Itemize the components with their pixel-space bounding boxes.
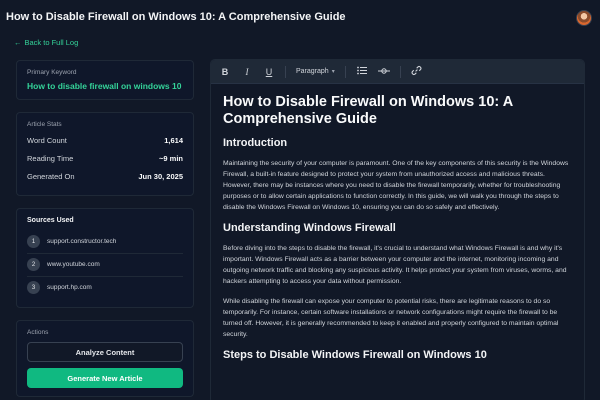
paragraph-introduction: Maintaining the security of your compute… [223,160,569,212]
paragraph-understanding-2: While disabling the firewall can expose … [223,298,559,339]
back-link-label: Back to Full Log [24,38,79,47]
actions-card: Actions Analyze Content Generate New Art… [16,320,194,397]
keyword-label: Primary Keyword [27,69,77,76]
toolbar-divider [344,65,346,78]
sources-title: Sources Used [27,217,74,224]
analyze-content-button[interactable]: Analyze Content [27,342,183,362]
bullet-list-icon[interactable] [356,66,368,77]
sources-card: Sources Used 1 support.constructor.tech … [16,208,194,308]
stats-card: Article Stats Word Count 1,614 Reading T… [16,112,194,196]
article-content[interactable]: How to Disable Firewall on Windows 10: A… [211,84,584,378]
toolbar-divider [399,65,401,78]
generate-article-button[interactable]: Generate New Article [27,368,183,388]
section-heading-steps: Steps to Disable Windows Firewall on Win… [223,349,487,362]
source-number: 2 [27,258,40,271]
back-to-log-link[interactable]: ← Back to Full Log [14,38,78,47]
source-name: www.youtube.com [47,261,100,268]
paragraph-style-select[interactable]: Paragraph ▾ [296,68,335,75]
editor-toolbar: B I U Paragraph ▾ [211,60,584,84]
article-editor: B I U Paragraph ▾ How to Disable Firewal… [210,59,585,400]
stat-value: Jun 30, 2025 [138,172,183,181]
source-item[interactable]: 3 support.hp.com [27,277,183,299]
primary-keyword: How to disable firewall on windows 10 [27,81,182,91]
sidebar: Primary Keyword How to disable firewall … [16,60,194,397]
link-icon[interactable] [411,65,423,78]
stat-label: Generated On [27,172,75,181]
source-item[interactable]: 2 www.youtube.com [27,254,183,277]
horizontal-rule-icon[interactable] [377,67,390,77]
section-heading-understanding: Understanding Windows Firewall [223,222,396,235]
stat-value: ~9 min [159,154,183,163]
source-item[interactable]: 1 support.constructor.tech [27,231,183,254]
italic-button[interactable]: I [241,67,253,77]
stats-label: Article Stats [27,121,62,128]
top-bar: How to Disable Firewall on Windows 10: A… [0,0,600,34]
section-heading-introduction: Introduction [223,137,288,150]
source-name: support.hp.com [47,284,92,291]
paragraph-style-label: Paragraph [296,68,329,75]
stat-value: 1,614 [164,136,183,145]
article-title: How to Disable Firewall on Windows 10: A… [223,94,513,127]
source-number: 3 [27,281,40,294]
stat-word-count: Word Count 1,614 [27,133,183,151]
keyword-card: Primary Keyword How to disable firewall … [16,60,194,100]
source-number: 1 [27,235,40,248]
underline-button[interactable]: U [263,67,275,77]
stat-label: Word Count [27,136,67,145]
chevron-down-icon: ▾ [331,69,335,75]
bold-button[interactable]: B [219,67,231,77]
stat-generated-on: Generated On Jun 30, 2025 [27,169,183,187]
stat-reading-time: Reading Time ~9 min [27,151,183,169]
paragraph-understanding-1: Before diving into the steps to disable … [223,245,567,286]
toolbar-divider [285,65,286,78]
source-name: support.constructor.tech [47,238,117,245]
stat-label: Reading Time [27,154,74,163]
page-title: How to Disable Firewall on Windows 10: A… [6,11,346,23]
actions-label: Actions [27,329,49,336]
user-avatar[interactable] [576,10,592,26]
arrow-left-icon: ← [14,38,22,47]
